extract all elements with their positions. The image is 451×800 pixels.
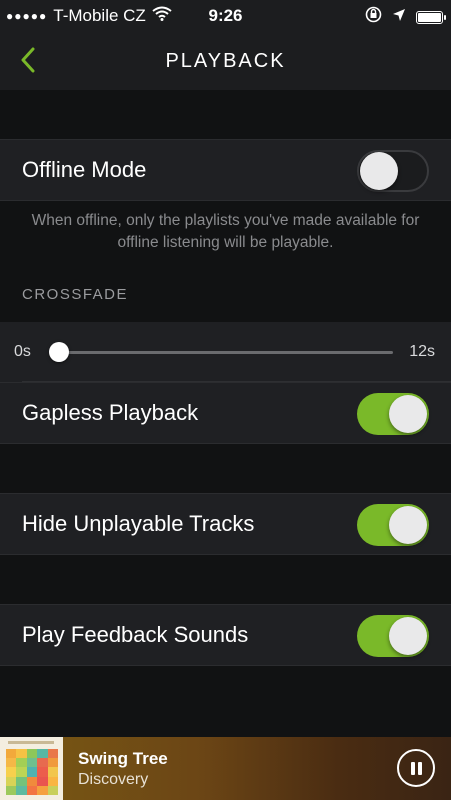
album-art-tile <box>16 776 27 786</box>
album-art-tile <box>6 785 17 795</box>
album-art-tile <box>26 749 38 759</box>
album-art-tile <box>26 758 38 768</box>
album-art-tile <box>26 767 38 777</box>
pause-button[interactable] <box>397 749 435 787</box>
offline-mode-label: Offline Mode <box>22 157 147 182</box>
album-art-tile <box>16 767 27 777</box>
album-art-tile <box>6 767 17 777</box>
hide-unplayable-toggle[interactable] <box>357 504 429 546</box>
album-art-tile <box>47 785 58 795</box>
album-art-tile <box>47 767 58 777</box>
now-playing-title: Swing Tree <box>78 749 168 768</box>
status-bar: ●●●●● T-Mobile CZ 9:26 <box>0 0 451 30</box>
album-art-tile <box>6 776 17 786</box>
toggle-knob <box>389 506 427 544</box>
album-art-tile <box>6 749 17 759</box>
hide-unplayable-label: Hide Unplayable Tracks <box>22 511 255 536</box>
album-art <box>0 737 63 800</box>
gapless-playback-label: Gapless Playback <box>22 400 199 425</box>
album-art-tile <box>47 776 58 786</box>
album-art-tile <box>16 749 27 759</box>
toggle-knob <box>389 395 427 433</box>
battery-icon <box>416 10 446 24</box>
page-title: PLAYBACK <box>165 50 286 72</box>
feedback-sounds-row: Play Feedback Sounds <box>0 604 451 666</box>
orientation-lock-icon <box>365 6 382 28</box>
album-art-tile <box>47 758 58 768</box>
offline-mode-row: Offline Mode <box>0 139 451 201</box>
gapless-playback-toggle[interactable] <box>357 393 429 435</box>
gapless-playback-row: Gapless Playback <box>0 382 451 444</box>
toggle-knob <box>389 617 427 655</box>
album-art-tile <box>16 785 27 795</box>
album-art-tile <box>6 758 17 768</box>
album-art-tile <box>37 785 48 795</box>
album-art-tile <box>16 758 27 768</box>
album-art-tile <box>47 749 58 759</box>
toggle-knob <box>360 152 398 190</box>
album-art-tile <box>37 749 48 759</box>
hide-unplayable-row: Hide Unplayable Tracks <box>0 493 451 555</box>
album-art-tile <box>37 776 48 786</box>
album-art-tile <box>26 785 38 795</box>
album-art-tile <box>26 776 38 786</box>
album-art-tile <box>37 767 48 777</box>
location-icon <box>392 7 406 27</box>
now-playing-bar[interactable]: Swing Tree Discovery <box>0 737 451 800</box>
offline-mode-toggle[interactable] <box>357 150 429 192</box>
crossfade-row: 0s 12s <box>0 322 451 382</box>
nav-bar: PLAYBACK <box>0 30 451 90</box>
offline-hint: When offline, only the playlists you've … <box>31 212 420 251</box>
crossfade-header: CROSSFADE <box>22 286 129 303</box>
feedback-sounds-label: Play Feedback Sounds <box>22 622 249 647</box>
feedback-sounds-toggle[interactable] <box>357 615 429 657</box>
crossfade-slider-thumb[interactable] <box>49 342 69 362</box>
slider-max-label: 12s <box>409 343 435 360</box>
status-right <box>365 6 446 28</box>
slider-min-label: 0s <box>14 343 31 360</box>
crossfade-slider-track[interactable] <box>55 351 393 354</box>
album-art-tile <box>37 758 48 768</box>
now-playing-subtitle: Discovery <box>78 771 149 788</box>
